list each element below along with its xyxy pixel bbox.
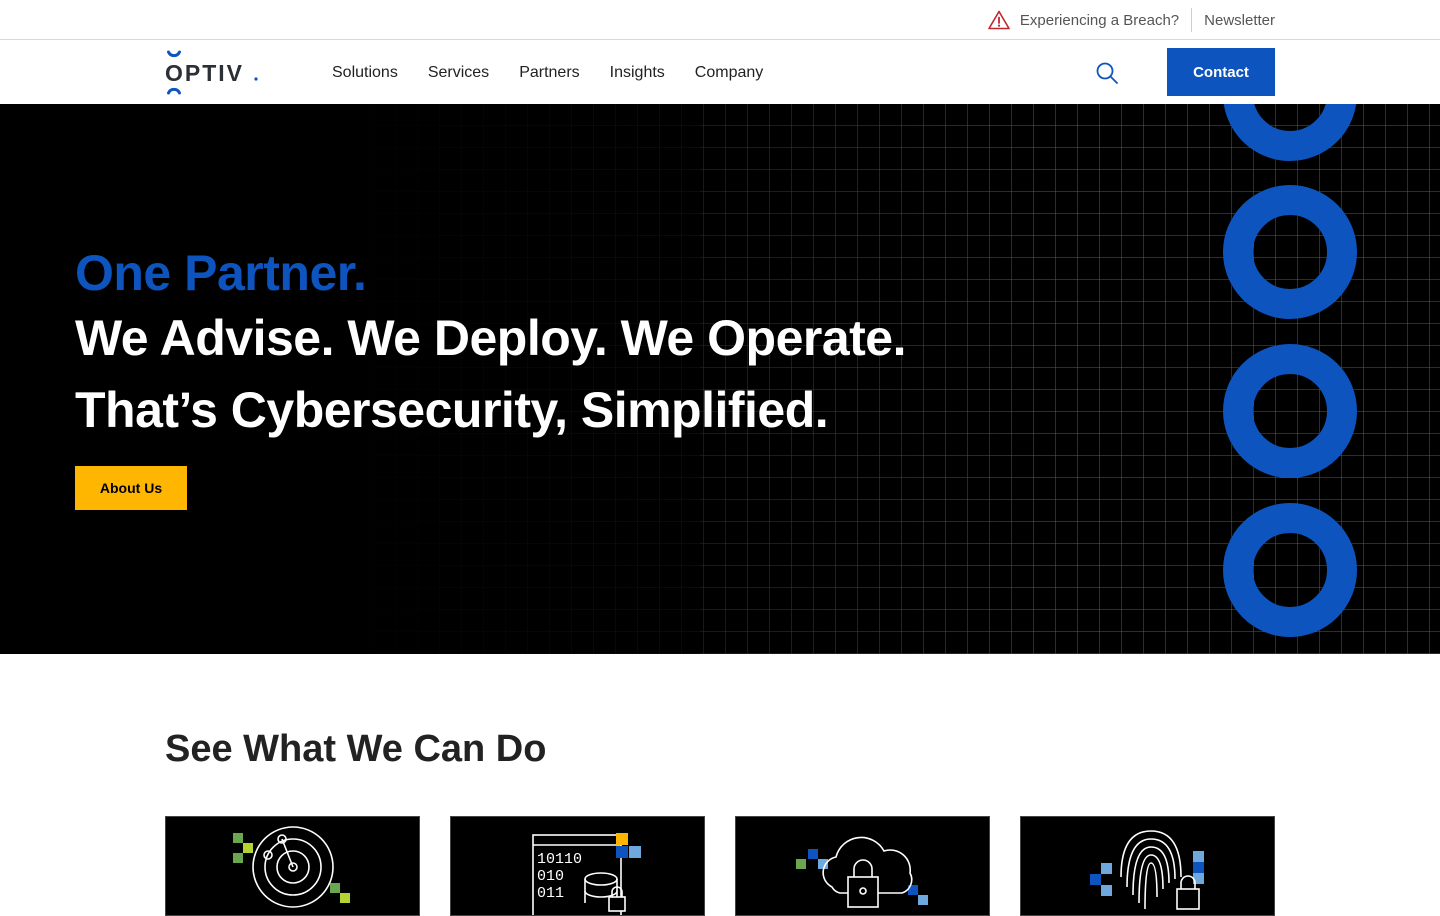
main-header: OPTIV Solutions Services Partners Insigh… bbox=[0, 41, 1440, 104]
search-icon bbox=[1096, 62, 1118, 84]
main-nav: Solutions Services Partners Insights Com… bbox=[332, 41, 793, 104]
nav-company[interactable]: Company bbox=[695, 64, 763, 82]
card-data-security[interactable]: 10110 010 011 bbox=[450, 816, 705, 916]
utility-divider bbox=[1191, 8, 1193, 32]
card-identity-security[interactable] bbox=[1020, 816, 1275, 916]
hero-text: One Partner. We Advise. We Deploy. We Op… bbox=[75, 244, 907, 446]
breach-label: Experiencing a Breach? bbox=[1019, 11, 1180, 29]
card-threat-management[interactable] bbox=[165, 816, 420, 916]
hero-eyebrow: One Partner. bbox=[75, 245, 367, 301]
nav-insights[interactable]: Insights bbox=[610, 64, 665, 82]
section-title: See What We Can Do bbox=[165, 728, 547, 770]
contact-button[interactable]: Contact bbox=[1167, 48, 1275, 96]
about-us-button[interactable]: About Us bbox=[75, 466, 187, 510]
binary-row-1: 10110 bbox=[537, 851, 582, 868]
data-lock-icon: 10110 010 011 bbox=[532, 833, 641, 915]
search-button[interactable] bbox=[1094, 60, 1120, 86]
nav-partners[interactable]: Partners bbox=[519, 64, 579, 82]
nav-services[interactable]: Services bbox=[428, 64, 489, 82]
card-cloud-security[interactable] bbox=[735, 816, 990, 916]
utility-links: Experiencing a Breach? Newsletter bbox=[988, 0, 1275, 40]
optiv-logo-mark: OPTIV bbox=[165, 50, 258, 95]
warning-icon bbox=[988, 10, 1010, 30]
optiv-logo[interactable]: OPTIV bbox=[165, 50, 260, 95]
hero-headline-1: We Advise. We Deploy. We Operate. bbox=[75, 310, 907, 366]
utility-bar: Experiencing a Breach? Newsletter bbox=[0, 0, 1440, 40]
radar-icon bbox=[233, 826, 350, 908]
blue-rings-graphic bbox=[1223, 104, 1357, 637]
binary-row-2: 010 bbox=[537, 868, 564, 885]
cloud-lock-icon bbox=[796, 836, 928, 908]
capability-cards: 10110 010 011 bbox=[165, 816, 1275, 916]
svg-text:OPTIV: OPTIV bbox=[165, 60, 244, 86]
hero-banner: One Partner. We Advise. We Deploy. We Op… bbox=[0, 104, 1440, 654]
newsletter-link[interactable]: Newsletter bbox=[1204, 12, 1275, 29]
hero-headline-2: That’s Cybersecurity, Simplified. bbox=[75, 382, 829, 438]
breach-link[interactable]: Experiencing a Breach? bbox=[988, 10, 1179, 30]
fingerprint-lock-icon bbox=[1090, 830, 1204, 910]
binary-row-3: 011 bbox=[537, 885, 564, 902]
nav-solutions[interactable]: Solutions bbox=[332, 64, 398, 82]
